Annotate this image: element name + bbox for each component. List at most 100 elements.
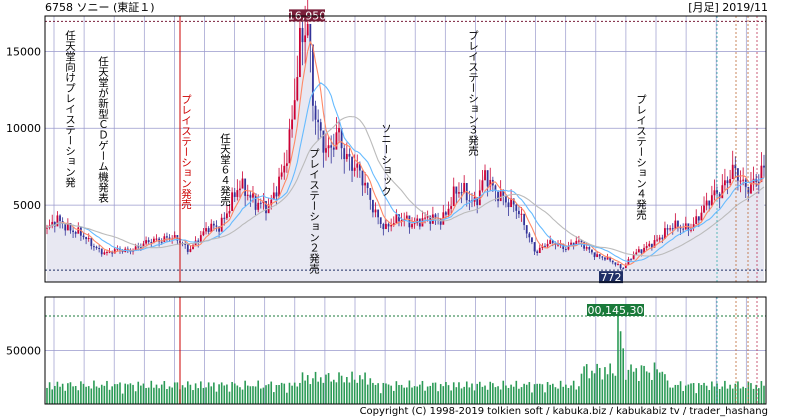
candle-body <box>726 180 729 184</box>
volume-bar <box>142 383 145 404</box>
volume-bar <box>682 391 684 404</box>
volume-bar <box>476 383 478 404</box>
candle-body <box>637 249 640 253</box>
volume-bar <box>744 388 747 404</box>
candle-body <box>345 153 348 160</box>
volume-bar <box>267 384 270 404</box>
volume-bar <box>51 389 54 404</box>
volume-bar <box>611 373 614 404</box>
volume-bar <box>296 386 299 404</box>
volume-bar <box>241 389 244 404</box>
candle-body <box>87 237 90 240</box>
volume-bar <box>520 387 523 404</box>
volume-bar <box>215 391 218 404</box>
volume-bar <box>499 389 502 404</box>
volume-bar <box>426 386 429 404</box>
volume-bar <box>580 373 583 404</box>
volume-bar <box>54 385 56 404</box>
volume-bar <box>72 386 74 404</box>
candle-body <box>275 192 278 197</box>
volume-bar <box>369 378 372 404</box>
volume-bar <box>562 386 565 404</box>
candle-body <box>596 254 599 258</box>
candle-body <box>682 228 685 230</box>
candle-body <box>387 223 390 227</box>
volume-bar <box>578 386 580 404</box>
candle-body <box>64 224 67 231</box>
volume-bar <box>155 384 158 404</box>
volume-bar <box>432 382 434 404</box>
volume-bar <box>505 385 507 404</box>
volume-bar <box>293 382 296 404</box>
volume-bar <box>273 392 275 404</box>
volume-bar <box>700 385 703 404</box>
volume-bar <box>48 382 51 404</box>
volume-bar <box>549 384 552 404</box>
candle-body <box>301 27 304 43</box>
volume-bar <box>507 387 510 404</box>
candle-body <box>635 252 638 255</box>
candle-body <box>460 192 463 194</box>
volume-bar <box>314 371 317 404</box>
volume-bar <box>153 387 155 404</box>
y-tick-label: 5000 <box>13 199 41 212</box>
volume-bar <box>132 384 134 404</box>
volume-bar <box>658 372 661 404</box>
candle-body <box>327 145 330 149</box>
candle-body <box>322 130 325 153</box>
candle-body <box>220 217 223 232</box>
volume-bar <box>228 391 231 404</box>
candle-body <box>737 168 739 181</box>
candle-body <box>330 145 333 148</box>
candle-body <box>703 205 705 213</box>
volume-bar <box>546 382 549 404</box>
candle-body <box>525 225 528 234</box>
volume-bar <box>166 389 168 404</box>
candle-body <box>212 223 215 226</box>
volume-bar <box>288 382 291 404</box>
candle-body <box>95 246 98 248</box>
volume-bar <box>606 374 609 404</box>
volume-bar <box>361 379 364 404</box>
volume-bar <box>226 384 228 404</box>
candle-body <box>531 237 533 243</box>
candle-body <box>163 236 166 242</box>
volume-bar <box>163 381 166 404</box>
volume-bar <box>541 384 544 404</box>
volume-bar <box>559 380 562 404</box>
volume-bar <box>651 379 653 404</box>
volume-bar <box>718 388 721 404</box>
candle-body <box>160 241 163 243</box>
candle-body <box>533 242 536 252</box>
y-tick-label: 10000 <box>6 122 41 135</box>
volume-bar <box>160 384 163 404</box>
candle-body <box>424 217 426 219</box>
volume-bar <box>145 388 147 404</box>
candle-body <box>390 225 393 227</box>
volume-bar <box>127 384 129 404</box>
volume-bar <box>601 379 604 404</box>
candle-body <box>319 122 322 131</box>
volume-bar <box>630 364 632 404</box>
candle-body <box>486 170 489 187</box>
volume-bar <box>588 378 591 404</box>
volume-bar <box>479 381 481 404</box>
annotation-label: 任天堂が新型ＣＤゲーム機発表 <box>97 55 109 204</box>
candle-body <box>585 247 588 249</box>
volume-bar <box>192 390 194 404</box>
candle-body <box>285 163 288 166</box>
volume-bar <box>353 379 356 404</box>
candle-body <box>382 223 385 230</box>
volume-bar <box>213 382 215 404</box>
volume-bar <box>64 390 67 404</box>
volume-bar <box>742 386 744 404</box>
volume-bar <box>406 387 408 404</box>
volume-bar <box>108 389 111 404</box>
volume-bar <box>737 381 739 404</box>
volume-bar <box>98 387 100 404</box>
volume-bar <box>299 382 301 404</box>
volume-bar <box>335 382 338 404</box>
volume-bar <box>207 382 210 404</box>
volume-bar <box>687 384 690 404</box>
candle-body <box>546 243 549 247</box>
